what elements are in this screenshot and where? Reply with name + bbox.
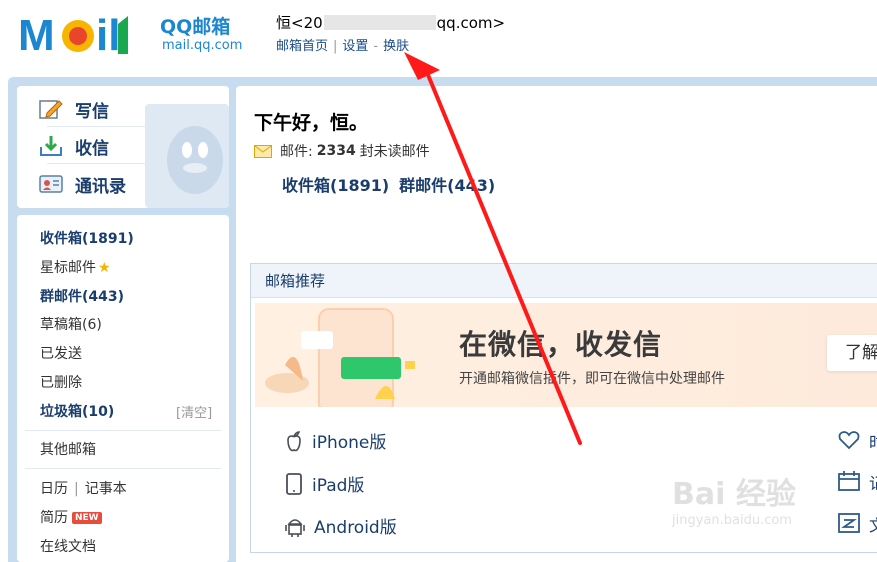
mail-label: 邮件: <box>280 144 313 160</box>
account-prefix: 恒<20 <box>276 14 323 32</box>
svg-text:il: il <box>96 11 120 60</box>
folder-inbox[interactable]: 收件箱(1891) <box>40 228 134 248</box>
account-redaction <box>323 15 436 30</box>
greeting: 下午好，恒。 <box>254 112 369 134</box>
folder-other-mailboxes[interactable]: 其他邮箱 <box>40 439 96 459</box>
recommend-title: 邮箱推荐 <box>251 264 877 298</box>
link-change-skin[interactable]: 换肤 <box>383 39 409 54</box>
link-separator: - <box>373 39 379 54</box>
clean-spam-link[interactable]: [清空] <box>176 402 212 421</box>
android-label: Android版 <box>314 518 397 538</box>
star-icon: ★ <box>98 260 111 276</box>
folder-spam[interactable]: 垃圾箱(10) <box>40 401 114 421</box>
top-links: 邮箱首页 | 设置 - 换肤 <box>276 35 409 54</box>
link-online-docs[interactable]: 在线文档 <box>40 536 96 556</box>
folder-deleted[interactable]: 已删除 <box>40 372 82 392</box>
qq-penguin-stamp-icon <box>145 104 229 208</box>
link-settings[interactable]: 设置 <box>342 39 368 54</box>
logo-subtitle: mail.qq.com <box>162 38 243 53</box>
contacts-icon <box>39 175 63 193</box>
contacts-button[interactable]: 通讯录 <box>39 169 126 199</box>
banner-description: 开通邮箱微信插件，即可在微信中处理邮件 <box>459 371 725 387</box>
tools-row: 日历 | 记事本 <box>40 478 127 498</box>
link-separator: | <box>333 39 338 54</box>
folder-panel: 收件箱(1891) 星标邮件 ★ 群邮件(443) 草稿箱(6) 已发送 已删除 … <box>17 215 229 562</box>
link-mail-home[interactable]: 邮箱首页 <box>276 39 328 54</box>
link-notes[interactable]: 记事本 <box>85 481 127 497</box>
compose-label: 写信 <box>75 101 109 122</box>
mail-summary: 邮件: 2334 封未读邮件 <box>254 141 430 161</box>
unread-count: 2334 <box>316 143 356 159</box>
watermark-text: Bai 经验 <box>672 477 796 512</box>
inbox-download-icon <box>40 136 62 156</box>
learn-more-button[interactable]: 了解 <box>827 335 877 371</box>
iphone-download-link[interactable]: iPhone版 <box>284 428 386 453</box>
link-calendar[interactable]: 日历 <box>40 481 68 497</box>
quick-inbox-link[interactable]: 收件箱(1891) <box>282 176 389 195</box>
apple-icon <box>287 430 301 451</box>
compose-panel: 写信 收信 通讯录 <box>17 86 229 208</box>
wechat-banner[interactable]: 在微信，收发信 开通邮箱微信插件，即可在微信中处理邮件 了解 <box>255 303 877 407</box>
android-download-link[interactable]: Android版 <box>284 513 397 538</box>
banner-title: 在微信，收发信 <box>459 328 663 361</box>
account-address: 恒<20 qq.com> <box>276 12 505 33</box>
envelope-icon <box>254 144 272 158</box>
divider <box>25 430 221 431</box>
contacts-label: 通讯录 <box>75 176 126 197</box>
unread-label: 封未读邮件 <box>359 144 430 160</box>
receive-button[interactable]: 收信 <box>39 131 109 161</box>
svg-text:M: M <box>18 11 55 60</box>
resume-label: 简历 <box>40 510 68 526</box>
right-item-label-1[interactable]: 时 <box>869 429 877 453</box>
quick-group-link[interactable]: 群邮件(443) <box>399 176 495 195</box>
pipe-separator: | <box>74 481 79 497</box>
folder-starred-label: 星标邮件 <box>40 260 96 276</box>
ipad-icon <box>286 472 302 495</box>
folder-sent[interactable]: 已发送 <box>40 343 82 363</box>
iphone-label: iPhone版 <box>312 433 387 453</box>
divider <box>47 163 157 164</box>
quick-links: 收件箱(1891) 群邮件(443) <box>282 172 505 196</box>
compose-button[interactable]: 写信 <box>39 94 109 124</box>
divider <box>25 468 221 469</box>
ipad-label: iPad版 <box>312 476 365 496</box>
phone-illustration-icon <box>265 308 415 407</box>
compose-icon <box>39 100 63 119</box>
new-badge: NEW <box>72 512 102 524</box>
android-icon <box>285 518 305 537</box>
watermark-url: jingyan.baidu.com <box>672 513 792 528</box>
logo-title: QQ邮箱 <box>160 16 231 38</box>
folder-group[interactable]: 群邮件(443) <box>40 286 124 306</box>
heart-icon[interactable] <box>838 430 860 450</box>
baidu-jingyan-watermark: Bai 经验 jingyan.baidu.com <box>672 463 872 543</box>
divider <box>47 126 157 127</box>
account-suffix: qq.com> <box>436 14 506 32</box>
ipad-download-link[interactable]: iPad版 <box>284 471 364 496</box>
link-resume[interactable]: 简历 NEW <box>40 507 102 527</box>
receive-label: 收信 <box>75 138 109 159</box>
folder-drafts[interactable]: 草稿箱(6) <box>40 314 102 334</box>
folder-starred[interactable]: 星标邮件 ★ <box>40 257 111 277</box>
